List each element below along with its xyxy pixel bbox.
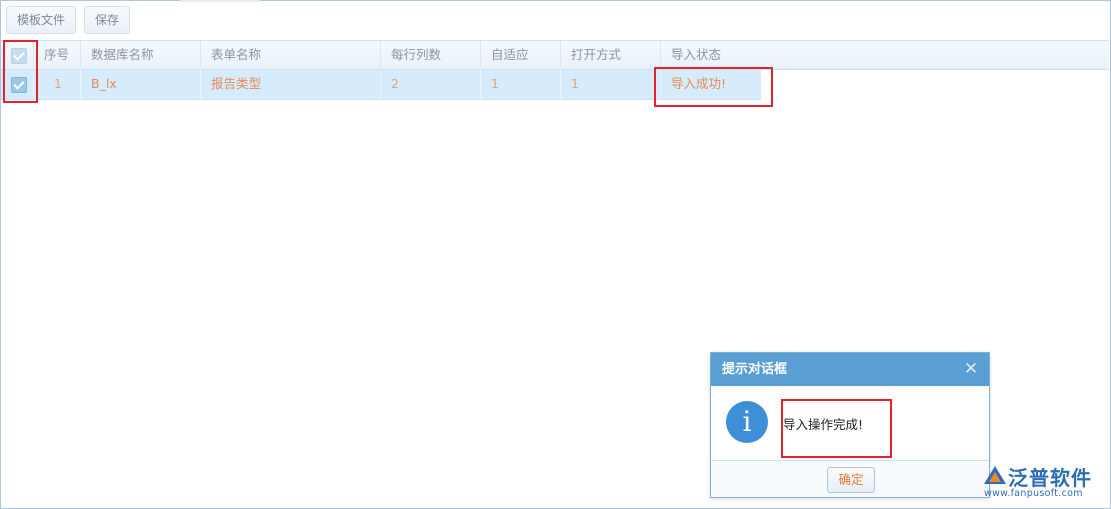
- dialog-body: i 导入操作完成!: [711, 386, 989, 458]
- col-header-import-status[interactable]: 导入状态: [661, 41, 1109, 69]
- dialog-title-bar: 提示对话框 ✕: [711, 353, 989, 386]
- header-checkbox-cell: [1, 41, 34, 69]
- dialog-footer: 确定: [711, 460, 989, 497]
- cell-adaptive: 1: [481, 70, 561, 99]
- brand-logo-icon: [984, 466, 1006, 484]
- cell-columns-per-row: 2: [381, 70, 481, 99]
- col-header-db-name[interactable]: 数据库名称: [81, 41, 201, 69]
- import-grid: 序号 数据库名称 表单名称 每行列数 自适应 打开方式 导入状态 1 B_lx …: [1, 40, 1109, 100]
- col-header-index[interactable]: 序号: [34, 41, 81, 69]
- row-checkbox[interactable]: [11, 77, 27, 93]
- select-all-checkbox[interactable]: [11, 48, 27, 64]
- brand-logo: 泛普软件 www.fanpusoft.com: [982, 462, 1104, 502]
- brand-url: www.fanpusoft.com: [984, 488, 1083, 499]
- col-header-form-name[interactable]: 表单名称: [201, 41, 381, 69]
- cell-db-name: B_lx: [81, 70, 201, 99]
- row-checkbox-cell: [1, 70, 34, 99]
- col-header-open-mode[interactable]: 打开方式: [561, 41, 661, 69]
- cell-index: 1: [34, 70, 81, 99]
- prompt-dialog: 提示对话框 ✕ i 导入操作完成! 确定: [710, 352, 990, 498]
- dialog-message: 导入操作完成!: [783, 417, 864, 432]
- save-button[interactable]: 保存: [84, 6, 131, 34]
- cell-import-status: 导入成功!: [671, 76, 727, 91]
- table-row[interactable]: 1 B_lx 报告类型 2 1 1 导入成功!: [1, 70, 761, 100]
- grid-header: 序号 数据库名称 表单名称 每行列数 自适应 打开方式 导入状态: [1, 40, 1109, 70]
- template-file-button[interactable]: 模板文件: [6, 6, 77, 34]
- col-header-adaptive[interactable]: 自适应: [481, 41, 561, 69]
- toolbar: 模板文件 保存: [6, 6, 131, 34]
- cell-form-name: 报告类型: [201, 70, 381, 99]
- col-header-columns-per-row[interactable]: 每行列数: [381, 41, 481, 69]
- brand-name: 泛普软件: [1008, 466, 1092, 490]
- cell-open-mode: 1: [561, 70, 661, 99]
- tab-indicator: [180, 0, 260, 2]
- close-icon[interactable]: ✕: [963, 353, 979, 386]
- ok-button[interactable]: 确定: [827, 467, 875, 493]
- dialog-title: 提示对话框: [722, 362, 788, 377]
- info-icon: i: [726, 401, 768, 443]
